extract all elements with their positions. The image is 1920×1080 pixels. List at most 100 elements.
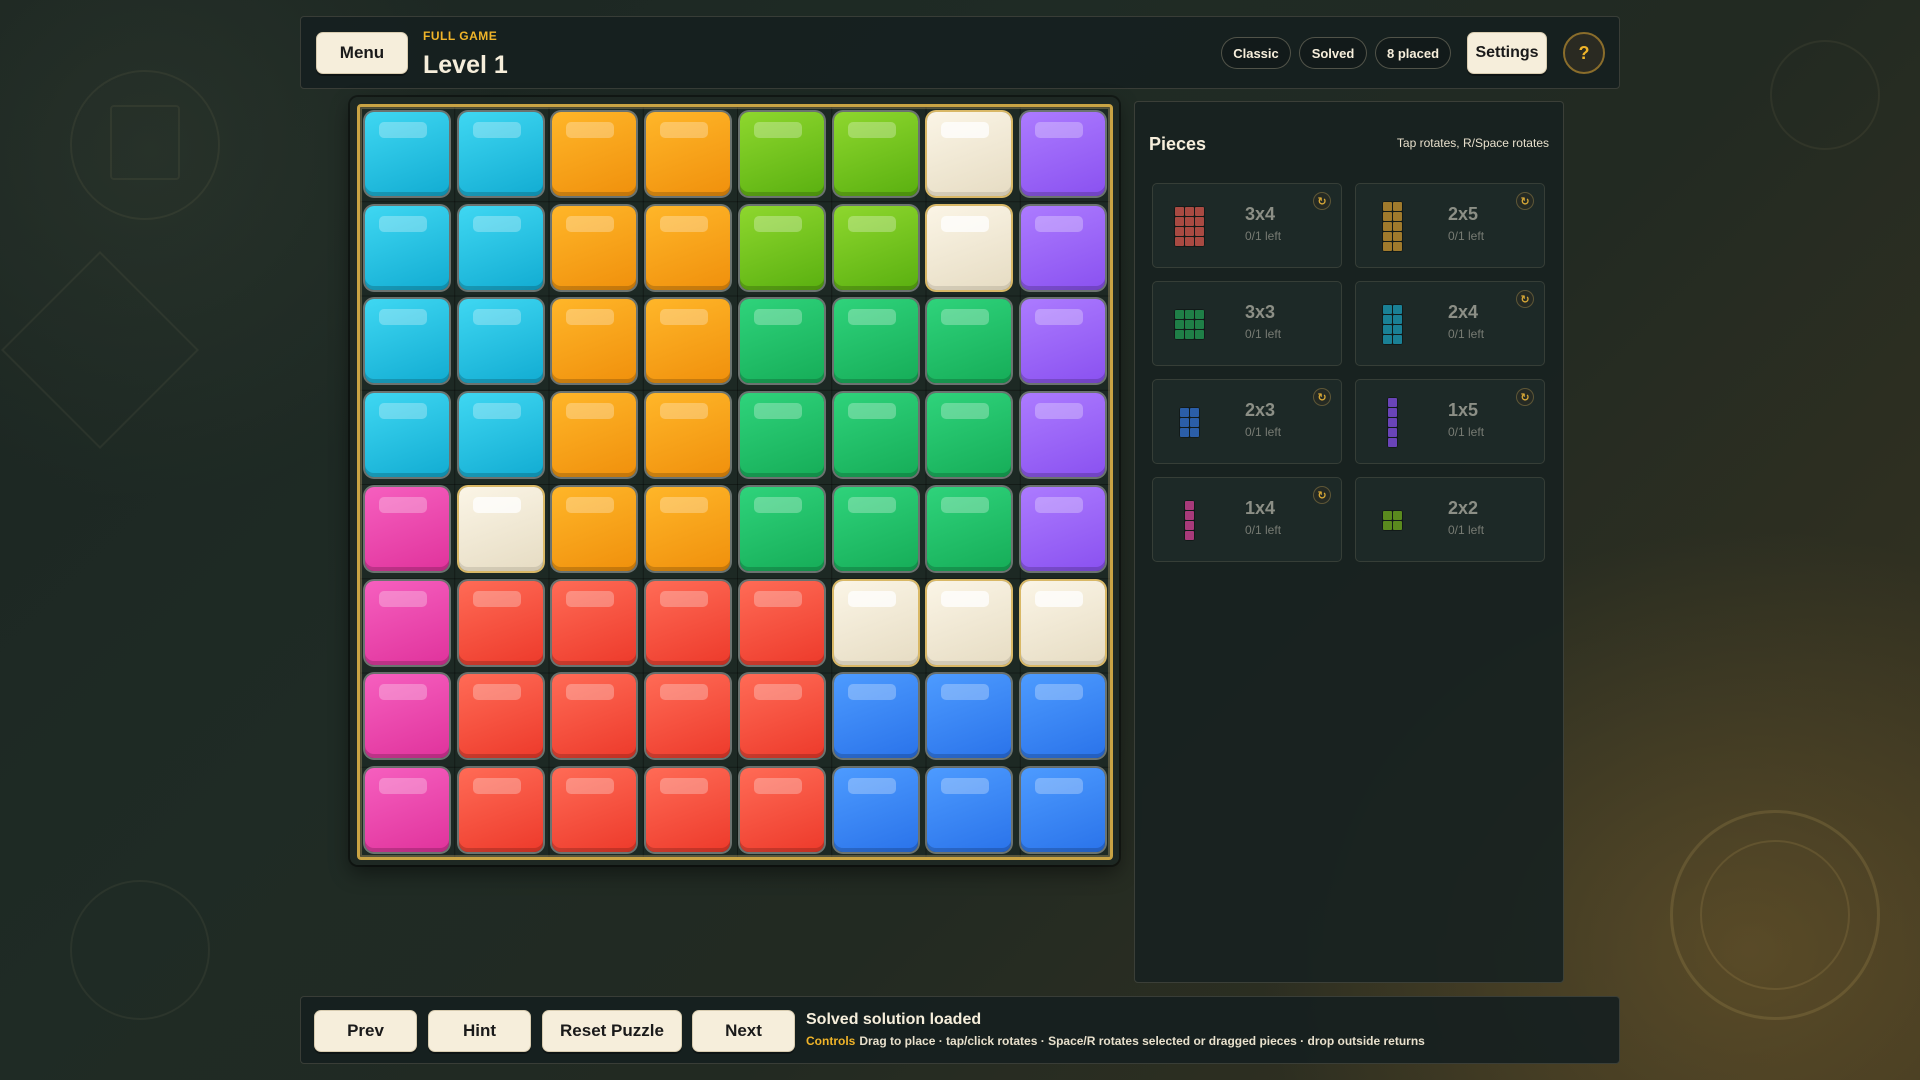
board-cell-lime[interactable] <box>833 205 918 290</box>
rotate-icon[interactable]: ↻ <box>1313 486 1331 504</box>
puzzle-board[interactable] <box>357 104 1113 860</box>
board-cell-cream[interactable] <box>458 486 543 571</box>
board-cell-orange[interactable] <box>646 393 731 478</box>
board-cell-lime[interactable] <box>739 111 824 196</box>
board-cell-orange[interactable] <box>552 111 637 196</box>
board-cell-orange[interactable] <box>552 486 637 571</box>
board-cell-green[interactable] <box>833 486 918 571</box>
board-cell-red[interactable] <box>458 580 543 665</box>
board-cell-green[interactable] <box>927 299 1012 384</box>
board-cell-orange[interactable] <box>552 393 637 478</box>
next-button[interactable]: Next <box>692 1010 795 1052</box>
board-cell-purple[interactable] <box>1021 486 1106 571</box>
piece-remaining-count: 0/1 left <box>1245 523 1282 537</box>
menu-button[interactable]: Menu <box>316 32 408 74</box>
board-cell-red[interactable] <box>552 768 637 853</box>
rotate-icon[interactable]: ↻ <box>1516 192 1534 210</box>
board-cell-pink[interactable] <box>364 580 449 665</box>
board-cell-orange[interactable] <box>552 299 637 384</box>
board-cell-green[interactable] <box>927 393 1012 478</box>
piece-thumbnail[interactable] <box>1183 499 1195 541</box>
pieces-panel-title: Pieces <box>1149 134 1207 154</box>
piece-thumbnail[interactable] <box>1381 509 1403 531</box>
board-cell-red[interactable] <box>646 768 731 853</box>
board-cell-cyan[interactable] <box>458 111 543 196</box>
settings-button[interactable]: Settings <box>1467 32 1547 74</box>
board-cell-blue[interactable] <box>927 768 1012 853</box>
board-cell-orange[interactable] <box>646 111 731 196</box>
rotate-icon[interactable]: ↻ <box>1313 192 1331 210</box>
background-ornament <box>1670 810 1880 1020</box>
status-badge: Solved <box>1299 37 1367 69</box>
piece-thumbnail[interactable] <box>1173 205 1205 247</box>
board-cell-red[interactable] <box>458 768 543 853</box>
board-cell-purple[interactable] <box>1021 111 1106 196</box>
bottom-bar: Prev Hint Reset Puzzle Next Solved solut… <box>300 996 1620 1064</box>
piece-thumbnail[interactable] <box>1173 308 1205 340</box>
help-button[interactable]: ? <box>1563 32 1605 74</box>
board-cell-orange[interactable] <box>646 205 731 290</box>
board-cell-green[interactable] <box>833 393 918 478</box>
board-cell-cyan[interactable] <box>364 393 449 478</box>
board-cell-blue[interactable] <box>833 768 918 853</box>
board-cell-orange[interactable] <box>552 205 637 290</box>
board-cell-cyan[interactable] <box>458 299 543 384</box>
piece-card-1x4[interactable]: 1x4 0/1 left ↻ <box>1152 477 1342 562</box>
piece-card-3x4[interactable]: 3x4 0/1 left ↻ <box>1152 183 1342 268</box>
board-cell-blue[interactable] <box>1021 674 1106 759</box>
board-cell-red[interactable] <box>739 674 824 759</box>
board-cell-cyan[interactable] <box>364 111 449 196</box>
board-cell-red[interactable] <box>739 768 824 853</box>
piece-card-2x3[interactable]: 2x3 0/1 left ↻ <box>1152 379 1342 464</box>
prev-button[interactable]: Prev <box>314 1010 417 1052</box>
board-cell-pink[interactable] <box>364 486 449 571</box>
board-cell-green[interactable] <box>739 299 824 384</box>
board-cell-purple[interactable] <box>1021 393 1106 478</box>
board-cell-red[interactable] <box>552 674 637 759</box>
board-cell-blue[interactable] <box>833 674 918 759</box>
board-cell-blue[interactable] <box>1021 768 1106 853</box>
board-cell-green[interactable] <box>739 486 824 571</box>
board-cell-orange[interactable] <box>646 486 731 571</box>
board-cell-cream[interactable] <box>1021 580 1106 665</box>
board-cell-red[interactable] <box>646 674 731 759</box>
board-cell-green[interactable] <box>739 393 824 478</box>
piece-card-3x3[interactable]: 3x3 0/1 left <box>1152 281 1342 366</box>
piece-card-2x5[interactable]: 2x5 0/1 left ↻ <box>1355 183 1545 268</box>
reset-puzzle-button[interactable]: Reset Puzzle <box>542 1010 682 1052</box>
board-cell-lime[interactable] <box>739 205 824 290</box>
board-cell-cream[interactable] <box>927 111 1012 196</box>
board-cell-lime[interactable] <box>833 111 918 196</box>
piece-card-1x5[interactable]: 1x5 0/1 left ↻ <box>1355 379 1545 464</box>
piece-thumbnail[interactable] <box>1386 396 1398 448</box>
board-cell-purple[interactable] <box>1021 299 1106 384</box>
piece-thumbnail[interactable] <box>1381 303 1403 345</box>
piece-card-2x2[interactable]: 2x2 0/1 left <box>1355 477 1545 562</box>
rotate-icon[interactable]: ↻ <box>1313 388 1331 406</box>
board-cell-orange[interactable] <box>646 299 731 384</box>
board-cell-green[interactable] <box>833 299 918 384</box>
board-cell-cyan[interactable] <box>364 205 449 290</box>
board-cell-red[interactable] <box>739 580 824 665</box>
board-cell-cream[interactable] <box>833 580 918 665</box>
board-cell-purple[interactable] <box>1021 205 1106 290</box>
board-cell-cyan[interactable] <box>458 205 543 290</box>
board-cell-cyan[interactable] <box>364 299 449 384</box>
board-cell-blue[interactable] <box>927 674 1012 759</box>
piece-thumbnail[interactable] <box>1178 406 1200 438</box>
board-cell-red[interactable] <box>646 580 731 665</box>
board-cell-green[interactable] <box>927 486 1012 571</box>
board-cell-pink[interactable] <box>364 768 449 853</box>
rotate-icon[interactable]: ↻ <box>1516 388 1534 406</box>
piece-size-label: 1x5 <box>1448 400 1479 420</box>
board-cell-red[interactable] <box>458 674 543 759</box>
piece-card-2x4[interactable]: 2x4 0/1 left ↻ <box>1355 281 1545 366</box>
board-cell-cream[interactable] <box>927 580 1012 665</box>
board-cell-pink[interactable] <box>364 674 449 759</box>
hint-button[interactable]: Hint <box>428 1010 531 1052</box>
rotate-icon[interactable]: ↻ <box>1516 290 1534 308</box>
board-cell-cyan[interactable] <box>458 393 543 478</box>
board-cell-red[interactable] <box>552 580 637 665</box>
piece-thumbnail[interactable] <box>1381 200 1403 252</box>
board-cell-cream[interactable] <box>927 205 1012 290</box>
